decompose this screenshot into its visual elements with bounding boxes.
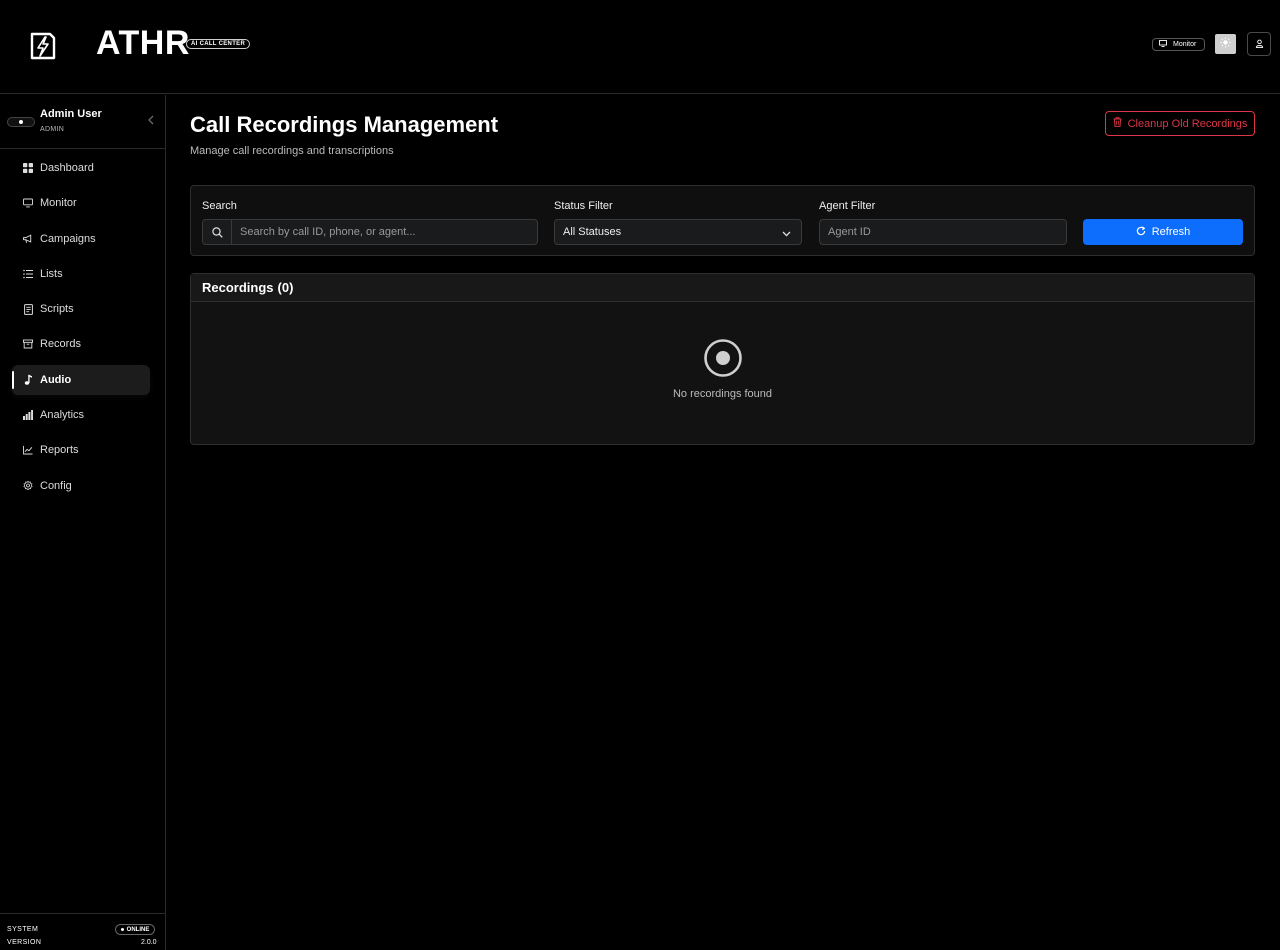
status-filter-select[interactable]: All Statuses: [554, 219, 802, 245]
status-badge-text: ONLINE: [126, 926, 150, 933]
status-filter-label: Status Filter: [554, 200, 613, 212]
top-bar: ATHR AI CALL CENTER Monitor: [0, 0, 1280, 94]
user-profile: Admin User ADMIN: [0, 95, 165, 149]
user-status-toggle[interactable]: [7, 117, 35, 127]
sidebar-item-label: Audio: [40, 373, 72, 386]
sidebar-item-audio[interactable]: Audio: [12, 364, 150, 395]
empty-state-text: No recordings found: [672, 388, 773, 400]
sidebar-item-lists[interactable]: Lists: [12, 259, 150, 289]
page-subtitle: Manage call recordings and transcription…: [190, 145, 394, 157]
sidebar-item-label: Monitor: [40, 197, 77, 210]
monitor-button-label: Monitor: [1173, 41, 1197, 48]
monitor-button[interactable]: Monitor: [1152, 38, 1205, 51]
brand-name: ATHR: [96, 24, 190, 62]
line-chart-icon: [23, 445, 33, 455]
record-icon: [703, 338, 743, 378]
sidebar-item-records[interactable]: Records: [12, 329, 150, 359]
sun-icon: [1220, 35, 1231, 53]
bar-chart-icon: [23, 410, 33, 421]
search-label: Search: [202, 200, 237, 212]
refresh-icon: [1136, 225, 1146, 239]
gear-icon: [23, 480, 33, 491]
filter-panel: Search Status Filter All Statuses Agent …: [190, 185, 1255, 256]
chevron-down-icon: [782, 228, 791, 240]
sidebar-item-reports[interactable]: Reports: [12, 435, 150, 465]
system-status: SYSTEM ONLINE VERSION 2.0.0: [0, 913, 165, 950]
sidebar-item-monitor[interactable]: Monitor: [12, 188, 150, 218]
user-name: Admin User: [40, 108, 102, 120]
recordings-panel: Recordings (0) No recordings found: [190, 273, 1255, 445]
search-icon: [203, 220, 232, 244]
dashboard-icon: [23, 163, 33, 173]
user-menu-button[interactable]: [1247, 32, 1271, 56]
trash-icon: [1113, 117, 1122, 130]
recordings-header: Recordings (0): [191, 274, 1254, 302]
sidebar-item-config[interactable]: Config: [12, 471, 150, 501]
music-note-icon: [23, 375, 33, 385]
search-input[interactable]: [232, 220, 537, 244]
monitor-icon: [1159, 40, 1167, 49]
archive-icon: [23, 339, 33, 349]
refresh-button-label: Refresh: [1151, 226, 1191, 238]
sidebar-item-label: Reports: [40, 444, 79, 457]
logo-icon[interactable]: [28, 30, 60, 62]
version-value: 2.0.0: [141, 939, 157, 946]
user-role: ADMIN: [40, 126, 65, 133]
megaphone-icon: [23, 234, 33, 244]
sidebar-item-label: Config: [40, 479, 72, 492]
recordings-count: (0): [277, 280, 294, 295]
user-icon: [1255, 35, 1264, 53]
cleanup-old-recordings-button[interactable]: Cleanup Old Recordings: [1105, 111, 1255, 136]
brand-tag: AI CALL CENTER: [186, 39, 251, 49]
sidebar-item-analytics[interactable]: Analytics: [12, 400, 150, 430]
sidebar-item-label: Scripts: [40, 303, 74, 316]
page-title: Call Recordings Management: [190, 112, 499, 137]
monitor-icon: [23, 198, 33, 208]
sidebar-item-label: Lists: [40, 267, 63, 280]
theme-toggle-button[interactable]: [1215, 34, 1236, 54]
sidebar-item-dashboard[interactable]: Dashboard: [12, 153, 150, 183]
main-content: Call Recordings Management Manage call r…: [166, 95, 1280, 950]
sidebar-item-label: Dashboard: [40, 162, 94, 174]
sidebar-item-campaigns[interactable]: Campaigns: [12, 224, 150, 254]
chevron-left-icon: [148, 114, 154, 128]
script-icon: [23, 303, 33, 315]
agent-filter-input[interactable]: [819, 219, 1067, 245]
sidebar-item-scripts[interactable]: Scripts: [12, 294, 150, 324]
sidebar-collapse-button[interactable]: [148, 114, 154, 128]
status-filter-value: All Statuses: [563, 226, 622, 238]
search-group: [202, 219, 538, 245]
sidebar: Admin User ADMIN Dashboard Monitor Campa…: [0, 95, 166, 950]
recordings-title: Recordings: [202, 280, 274, 295]
cleanup-button-label: Cleanup Old Recordings: [1127, 117, 1248, 130]
status-dot-icon: [120, 928, 124, 931]
status-badge: ONLINE: [115, 924, 155, 935]
sidebar-item-label: Campaigns: [40, 232, 96, 245]
sidebar-nav: Dashboard Monitor Campaigns Lists Script…: [12, 153, 150, 506]
agent-filter-label: Agent Filter: [819, 200, 876, 212]
list-icon: [23, 269, 33, 279]
system-label: SYSTEM: [7, 926, 39, 933]
sidebar-item-label: Records: [40, 338, 81, 351]
sidebar-item-label: Analytics: [40, 409, 85, 422]
version-label: VERSION: [7, 939, 42, 946]
refresh-button[interactable]: Refresh: [1083, 219, 1243, 245]
